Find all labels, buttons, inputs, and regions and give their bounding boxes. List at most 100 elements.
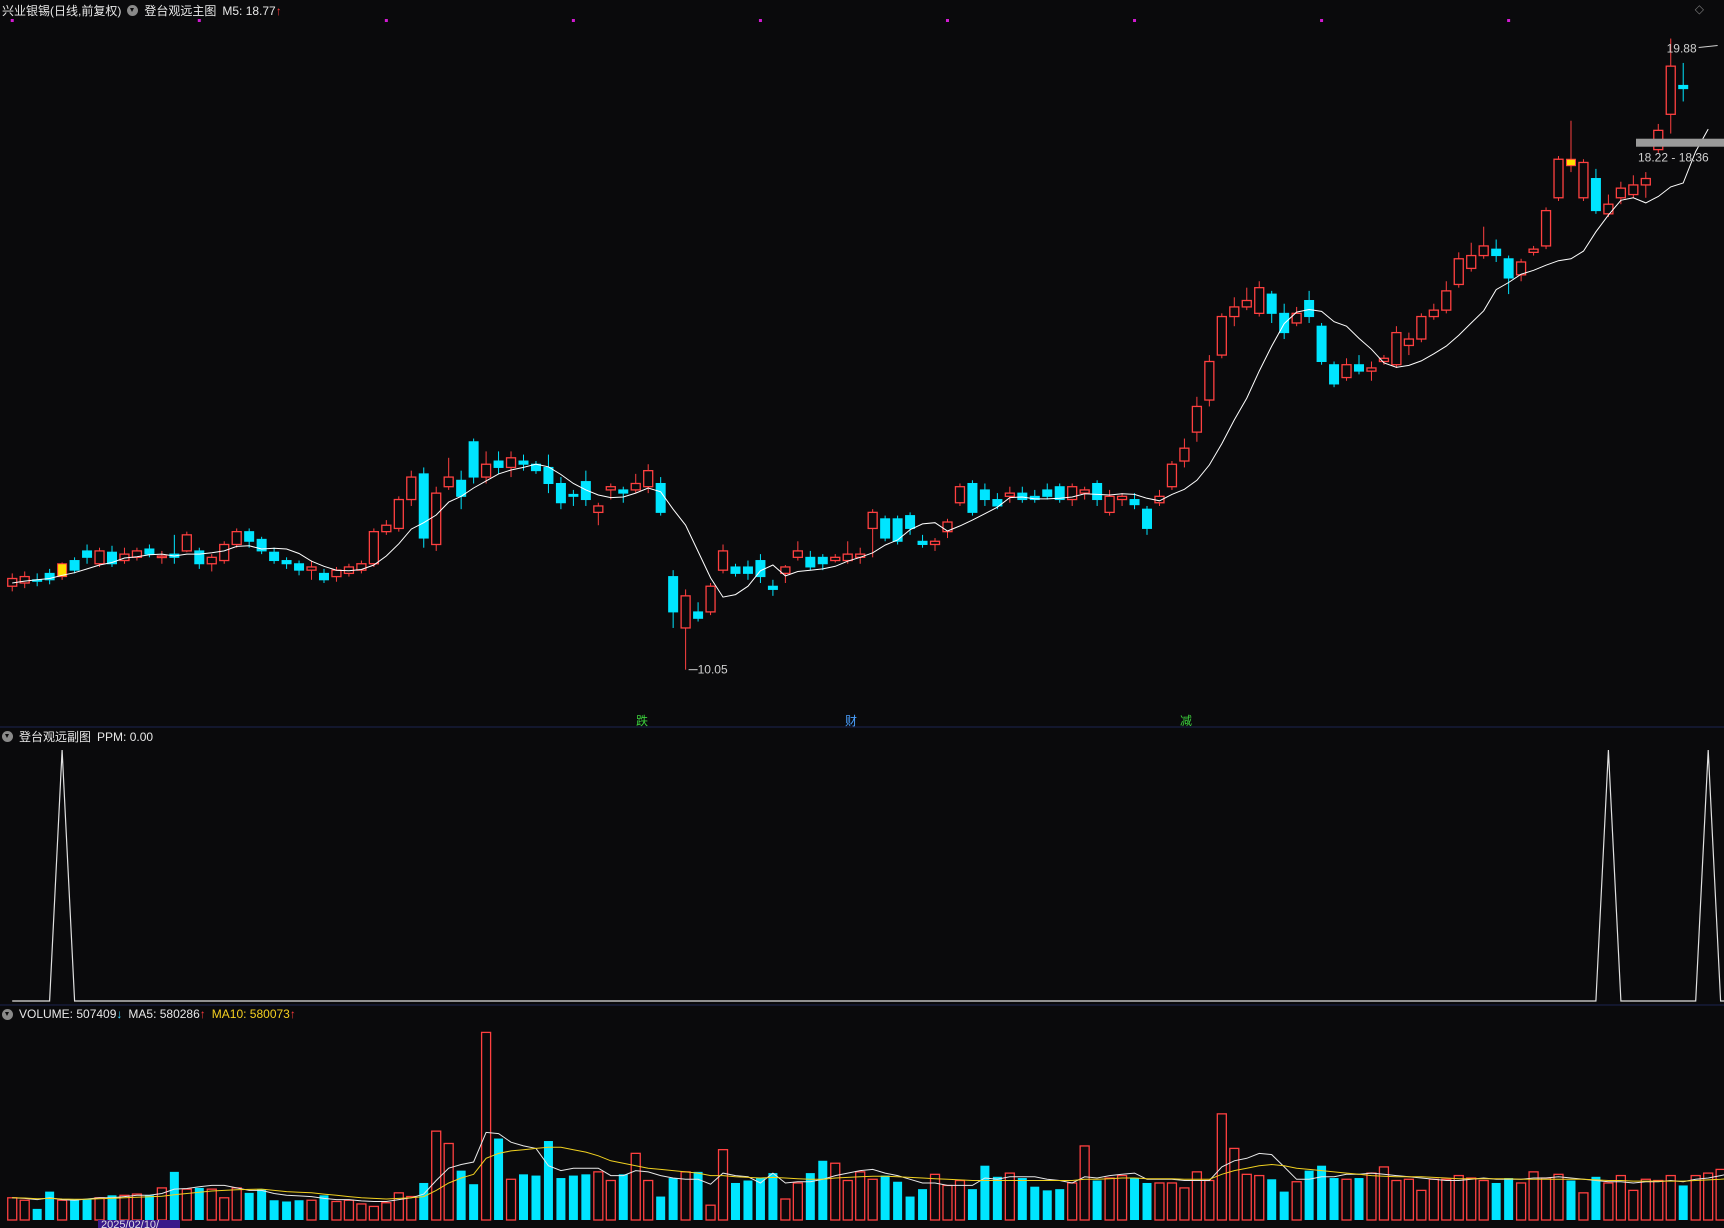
candle (543, 454, 554, 494)
candle (1241, 287, 1252, 311)
volume-bar (1665, 1174, 1676, 1221)
ppm-indicator-panel[interactable] (12, 749, 1724, 1002)
candle-body (1665, 65, 1676, 115)
dropdown-circle-icon[interactable] (127, 5, 139, 16)
candle (1441, 281, 1452, 314)
candle-body (518, 460, 529, 465)
candle-body (1615, 187, 1627, 199)
dropdown-circle-icon[interactable] (2, 1008, 13, 1020)
candle-body (393, 498, 404, 530)
candle (1017, 486, 1028, 503)
signal-label: 减 (1180, 714, 1192, 728)
volume-bar (331, 1200, 342, 1221)
candle-body (1129, 499, 1140, 506)
volume-bar (805, 1173, 815, 1220)
down-arrow-icon: ↓ (116, 1007, 123, 1021)
dropdown-circle-icon[interactable] (2, 731, 13, 742)
candle-body (792, 550, 803, 558)
main-indicator-name[interactable]: 登台观远主图 (144, 2, 216, 19)
volume-bar (1304, 1170, 1314, 1220)
main-header: 兴业银锡 (日线,前复权) 登台观远主图 M5: 18.77 ↑ (2, 2, 282, 19)
candle-body (680, 595, 691, 629)
volume-bar (656, 1196, 666, 1220)
candle-body (1216, 315, 1227, 356)
volume-bar (1553, 1173, 1564, 1221)
signal-label: 跌 (636, 713, 648, 728)
candle-body (1565, 158, 1576, 167)
candle-body (1603, 203, 1614, 215)
candle (767, 579, 778, 596)
main-price-panel[interactable] (7, 19, 1709, 670)
candle (1416, 313, 1427, 343)
candle (1029, 489, 1040, 503)
volume-bar (1478, 1179, 1489, 1221)
candle (705, 583, 716, 616)
candle-body (967, 482, 978, 513)
volume-bar (119, 1194, 130, 1221)
candle-body (630, 482, 641, 491)
candle-body (1017, 492, 1028, 501)
volume-bar (269, 1200, 279, 1220)
candle-body (1416, 315, 1427, 340)
volume-bar (1116, 1174, 1128, 1221)
candle (169, 534, 180, 564)
candle-body (1004, 492, 1015, 497)
price-range-label: 18.22 - 18.36 (1638, 151, 1709, 165)
candle (1316, 322, 1327, 365)
candle (431, 486, 442, 551)
candle (1042, 483, 1053, 500)
volume-bar (818, 1160, 828, 1220)
candle (456, 470, 467, 510)
volume-bar (1104, 1177, 1115, 1221)
volume-bar (131, 1193, 143, 1221)
candle-body (1166, 463, 1178, 488)
candle (294, 560, 305, 576)
volume-bar (1566, 1180, 1576, 1220)
candle-body (880, 518, 891, 539)
volume-bar (556, 1178, 566, 1220)
candle-body (1503, 258, 1514, 279)
candle-body (1628, 184, 1639, 196)
candle (680, 589, 691, 670)
candle (156, 550, 168, 564)
volume-bar (1354, 1178, 1364, 1220)
candle (106, 545, 117, 567)
candle-body (144, 548, 155, 555)
sub-indicator-name[interactable]: 登台观远副图 (19, 728, 91, 745)
candle (593, 502, 604, 526)
candle-body (929, 540, 941, 546)
candle-body (1578, 161, 1589, 199)
candle (1640, 172, 1651, 198)
candle (406, 470, 417, 506)
candle-body (954, 486, 966, 504)
volume-bar (605, 1179, 616, 1221)
candle-body (1466, 254, 1477, 270)
candle-body (306, 566, 317, 571)
volume-bar (593, 1171, 604, 1221)
candle (917, 534, 928, 548)
volume-bar (918, 1189, 928, 1220)
volume-bar (1142, 1182, 1152, 1220)
candle-body (830, 556, 841, 562)
ma5-value: MA5: 580286 (128, 1007, 200, 1021)
candle-body (817, 556, 828, 565)
candle (1341, 358, 1352, 381)
volume-bar (32, 1208, 42, 1220)
volume-bar (1154, 1182, 1165, 1221)
volume-bar (82, 1199, 92, 1220)
candle (381, 520, 392, 535)
candle-body (655, 482, 666, 513)
price-range-band (1636, 138, 1724, 147)
signal-dot (197, 19, 201, 22)
volume-bar (94, 1197, 105, 1221)
volume-bar (1317, 1165, 1327, 1220)
volume-bar (1079, 1145, 1090, 1221)
candle (1403, 332, 1415, 356)
volume-panel[interactable]: 2025/02/10/ (7, 1031, 1724, 1228)
stock-chart[interactable]: 2025/02/10/ 19.88 10.05 18.22 - 18.36 跌 财 减 (0, 0, 1724, 1228)
candle-body (1491, 248, 1502, 257)
candle (979, 483, 990, 506)
candle-body (593, 505, 604, 514)
volume-bar (1515, 1182, 1527, 1221)
diamond-icon[interactable]: ◇ (1695, 2, 1704, 16)
